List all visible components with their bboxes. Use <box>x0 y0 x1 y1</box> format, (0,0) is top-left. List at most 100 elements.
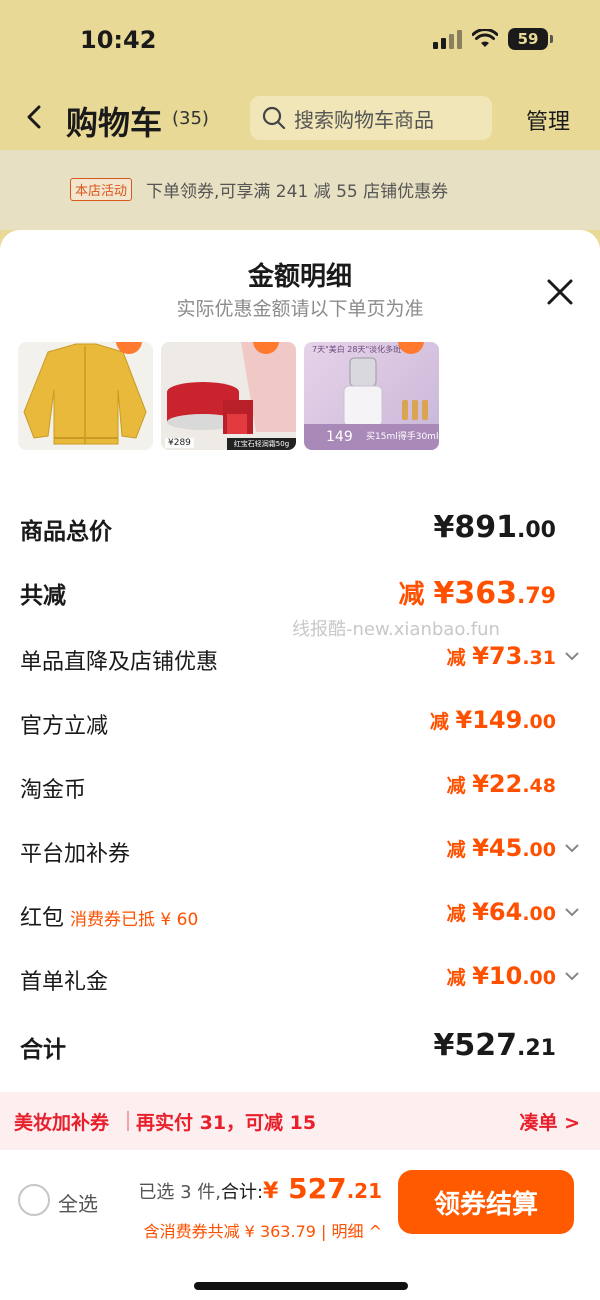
home-indicator <box>194 1282 408 1290</box>
chevron-down-icon <box>565 844 579 853</box>
status-time: 10:42 <box>80 26 157 54</box>
coupon-text: 再实付 31，可减 15 <box>136 1112 317 1134</box>
amount-integer: 891 <box>454 510 518 545</box>
discount-prefix: 减 <box>446 647 473 669</box>
coupon-title: 美妆加补券 <box>14 1112 110 1134</box>
currency-symbol: ¥ <box>433 510 455 545</box>
row-item-red-packet[interactable]: 红包 消费券已抵 ¥ 60 减 ¥64.00 <box>0 890 600 940</box>
checkout-bar: 全选 已选 3 件,合计:¥ 527.21 含消费券共减 ¥ 363.79 | … <box>0 1150 600 1300</box>
amount-decimal: .00 <box>522 711 556 733</box>
wifi-icon <box>472 29 498 47</box>
sheet-subtitle: 实际优惠金额请以下单页为准 <box>176 298 424 320</box>
chevron-down-icon <box>565 972 579 981</box>
row-label: 淘金币 <box>20 778 87 803</box>
search-placeholder: 搜索购物车商品 <box>294 107 434 132</box>
search-input[interactable]: 搜索购物车商品 <box>250 96 492 140</box>
amount-decimal: .21 <box>346 1179 382 1203</box>
row-amount: 减 ¥45.00 <box>447 834 556 862</box>
discount-prefix: 减 <box>446 839 473 861</box>
close-icon[interactable] <box>546 278 574 306</box>
nav-bar: 购物车 (35) 搜索购物车商品 管理 <box>0 86 600 150</box>
discount-detail-toggle[interactable]: 含消费券共减 ¥ 363.79 | 明细 ^ <box>144 1218 382 1242</box>
amount-decimal: .31 <box>522 647 556 669</box>
amount-decimal: .00 <box>522 967 556 989</box>
row-item-official-discount: 官方立减 减 ¥149.00 <box>0 698 600 748</box>
thumbnail-label: 红宝石轻润霜50g <box>227 438 296 450</box>
row-amount: ¥891.00 <box>434 510 556 545</box>
row-label: 红包 <box>20 906 65 931</box>
battery-icon: 59 <box>508 28 553 50</box>
product-thumbnail-serum[interactable]: 7天"美白 28天"淡化多斑 149 买15ml得手30ml <box>304 342 439 450</box>
total-label: 合计: <box>220 1182 264 1203</box>
cream-image <box>167 342 296 434</box>
selected-count: 已选 3 件, <box>138 1182 221 1203</box>
amount-integer: 149 <box>472 706 523 734</box>
currency-symbol: ¥ <box>433 576 455 611</box>
row-amount: 减 ¥149.00 <box>430 706 556 734</box>
row-amount: ¥527.21 <box>434 1028 556 1063</box>
amount-integer: 527 <box>454 1028 518 1063</box>
signal-icon <box>433 29 462 49</box>
row-total-discount: 共减 减 ¥363.79 <box>0 566 600 616</box>
voucher-note: 消费券已抵 ¥ 60 <box>70 910 199 930</box>
row-item-taojinbi: 淘金币 减 ¥22.48 <box>0 762 600 812</box>
amount-decimal: .48 <box>522 775 556 797</box>
currency-symbol: ¥ <box>472 962 489 990</box>
row-label-wrap: 红包 消费券已抵 ¥ 60 <box>20 900 198 932</box>
amount-integer: 64 <box>488 898 523 926</box>
select-all-label[interactable]: 全选 <box>58 1188 98 1217</box>
row-amount: 减 ¥73.31 <box>447 642 556 670</box>
promo-text: 下单领券,可享满 241 减 55 店铺优惠券 <box>146 182 449 202</box>
row-item-first-order-gift[interactable]: 首单礼金 减 ¥10.00 <box>0 954 600 1004</box>
amount-integer: 527 <box>278 1172 347 1205</box>
currency-symbol: ¥ <box>455 706 473 734</box>
thumbnail-price: ¥289 <box>165 438 194 448</box>
back-arrow-icon[interactable] <box>20 100 50 134</box>
amount-decimal: .00 <box>517 518 556 543</box>
row-label: 共减 <box>20 583 66 609</box>
amount-integer: 22 <box>488 770 523 798</box>
discount-prefix: 减 <box>429 711 456 733</box>
row-label: 商品总价 <box>20 519 112 545</box>
row-total-price: 商品总价 ¥891.00 <box>0 502 600 552</box>
row-sum: 合计 ¥527.21 <box>0 1020 600 1070</box>
row-label: 单品直降及店铺优惠 <box>20 650 219 675</box>
status-bar: 10:42 59 <box>0 0 600 80</box>
jacket-image <box>23 343 147 445</box>
store-promo-strip: 本店活动 下单领券,可享满 241 减 55 店铺优惠券 <box>0 150 600 230</box>
cart-page-background: 10:42 59 购物车 (35) 搜索购物车商品 管理 本店活动 下单领券,可… <box>0 0 600 260</box>
sheet-title: 金额明细 <box>247 262 352 292</box>
discount-prefix: 减 <box>446 903 473 925</box>
page-title: 购物车 <box>66 104 163 142</box>
claim-and-checkout-button[interactable]: 领券结算 <box>398 1170 574 1234</box>
row-item-platform-coupon[interactable]: 平台加补券 减 ¥45.00 <box>0 826 600 876</box>
product-thumbnail-jacket[interactable] <box>18 342 153 450</box>
select-all-checkbox[interactable] <box>18 1184 50 1216</box>
currency-symbol: ¥ <box>433 1028 455 1063</box>
row-label: 合计 <box>20 1037 66 1063</box>
row-amount: 减 ¥64.00 <box>447 898 556 926</box>
amount-decimal: .21 <box>517 1036 556 1061</box>
currency-symbol: ¥ <box>472 770 489 798</box>
manage-button[interactable]: 管理 <box>526 104 570 136</box>
row-label: 平台加补券 <box>20 842 131 867</box>
chevron-down-icon <box>565 652 579 661</box>
status-icons: 59 <box>433 28 553 50</box>
price-detail-sheet: 金额明细 实际优惠金额请以下单页为准 ¥289 红宝石轻润霜50g 7天"美白 … <box>0 230 600 1300</box>
product-thumbnails: ¥289 红宝石轻润霜50g 7天"美白 28天"淡化多斑 149 买15ml得… <box>18 342 439 450</box>
currency-symbol: ¥ <box>472 898 489 926</box>
currency-symbol: ¥ <box>472 834 489 862</box>
amount-decimal: .00 <box>522 839 556 861</box>
amount-decimal: .00 <box>522 903 556 925</box>
add-items-link[interactable]: 凑单 > <box>519 1108 580 1135</box>
promo-tag: 本店活动 <box>70 178 133 201</box>
chevron-down-icon <box>565 908 579 917</box>
product-thumbnail-cream[interactable]: ¥289 红宝石轻润霜50g <box>161 342 296 450</box>
search-icon <box>262 106 286 130</box>
cart-count: (35) <box>172 108 209 129</box>
currency-symbol: ¥ <box>263 1179 279 1204</box>
amount-integer: 363 <box>454 576 518 611</box>
discount-prefix: 减 <box>446 775 473 797</box>
row-item-store-discount[interactable]: 单品直降及店铺优惠 减 ¥73.31 <box>0 634 600 684</box>
thumbnail-price: 149 <box>326 429 353 445</box>
